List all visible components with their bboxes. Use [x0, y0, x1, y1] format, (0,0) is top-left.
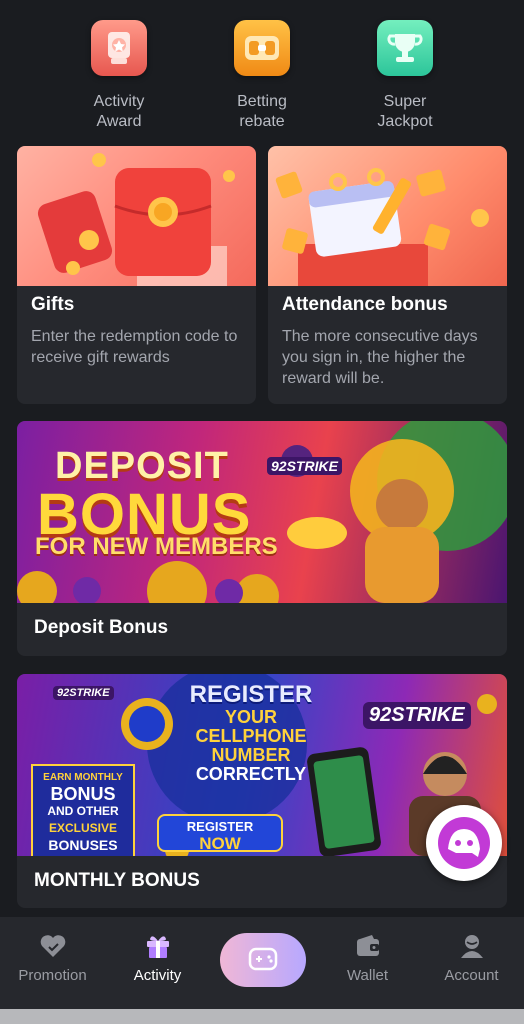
- monthly-banner-brand-small: 92STRIKE: [53, 686, 114, 700]
- nav-label-activity: Activity: [133, 967, 182, 984]
- customer-service-chat-button[interactable]: [426, 805, 502, 881]
- gifts-description: Enter the redemption code to receive gif…: [31, 328, 238, 366]
- monthly-banner-side-box: EARN MONTHLY BONUS AND OTHER EXCLUSIVE B…: [31, 764, 135, 856]
- quick-action-betting-rebate[interactable]: Betting rebate: [192, 14, 332, 132]
- game-controller-icon: [248, 947, 278, 971]
- attendance-description: The more consecutive days you sign in, t…: [282, 328, 478, 387]
- headline-your: YOUR: [224, 707, 277, 727]
- system-bottom-bar: [0, 1009, 524, 1024]
- nav-label-wallet: Wallet: [346, 967, 389, 984]
- headline-correctly: CORRECTLY: [195, 764, 307, 784]
- quick-actions-row: Activity Award Betting rebate Super Jack…: [0, 14, 524, 134]
- nav-item-activity[interactable]: Activity: [105, 917, 210, 1009]
- quick-action-label: Activity Award: [93, 93, 145, 130]
- attendance-title: Attendance bonus: [282, 294, 448, 315]
- nav-item-games[interactable]: [220, 933, 306, 987]
- side-exclusive: EXCLUSIVE: [48, 821, 117, 835]
- gifts-banner-image: [17, 146, 256, 286]
- wallet-rebate-icon: [234, 20, 290, 76]
- chat-face-icon: [438, 817, 490, 869]
- monthly-banner-brand: 92STRIKE: [363, 702, 471, 729]
- bottom-navigation: Promotion Activity Wallet Account: [0, 917, 524, 1009]
- wallet-icon: [354, 933, 382, 959]
- deposit-bonus-title: Deposit Bonus: [34, 617, 169, 638]
- trophy-icon: [377, 20, 433, 76]
- side-and-other: AND OTHER: [47, 804, 119, 818]
- monthly-banner-headline: REGISTER YOUR CELLPHONE NUMBER CORRECTLY: [171, 682, 331, 784]
- deposit-bonus-card[interactable]: DEPOSIT BONUS FOR NEW MEMBERS 92STRIKE D…: [17, 421, 507, 656]
- attendance-card[interactable]: Attendance bonus The more consecutive da…: [268, 146, 507, 404]
- headline-register: REGISTER: [189, 681, 313, 708]
- nav-label-account: Account: [444, 967, 499, 984]
- nav-item-account[interactable]: Account: [419, 917, 524, 1009]
- deposit-banner-brand: 92STRIKE: [267, 457, 342, 475]
- quick-action-activity-award[interactable]: Activity Award: [49, 14, 189, 132]
- nav-label-promotion: Promotion: [18, 967, 87, 984]
- deposit-banner-line3: FOR NEW MEMBERS: [35, 533, 278, 560]
- quick-action-label: Betting rebate: [237, 93, 287, 130]
- deposit-bonus-banner-image: DEPOSIT BONUS FOR NEW MEMBERS 92STRIKE: [17, 421, 507, 603]
- medal-icon: [91, 20, 147, 76]
- gifts-title: Gifts: [31, 294, 75, 315]
- nav-item-wallet[interactable]: Wallet: [315, 917, 420, 1009]
- monthly-bonus-title: MONTHLY BONUS: [34, 870, 200, 891]
- nav-item-promotion[interactable]: Promotion: [0, 917, 105, 1009]
- cta-now: NOW: [199, 834, 241, 853]
- side-bonus: BONUS: [50, 784, 116, 804]
- attendance-banner-image: [268, 146, 507, 286]
- headline-number: NUMBER: [211, 745, 291, 765]
- promotion-icon: [39, 933, 67, 959]
- monthly-register-now-graphic: REGISTER NOW: [157, 814, 283, 852]
- gifts-card[interactable]: Gifts Enter the redemption code to recei…: [17, 146, 256, 404]
- headline-cellphone: CELLPHONE: [195, 726, 307, 746]
- quick-action-label: Super Jackpot: [377, 93, 433, 130]
- account-icon: [458, 933, 486, 959]
- side-bonuses: BONUSES: [48, 837, 118, 853]
- gift-icon: [144, 933, 172, 959]
- cta-register: REGISTER: [186, 819, 254, 834]
- quick-action-super-jackpot[interactable]: Super Jackpot: [335, 14, 475, 132]
